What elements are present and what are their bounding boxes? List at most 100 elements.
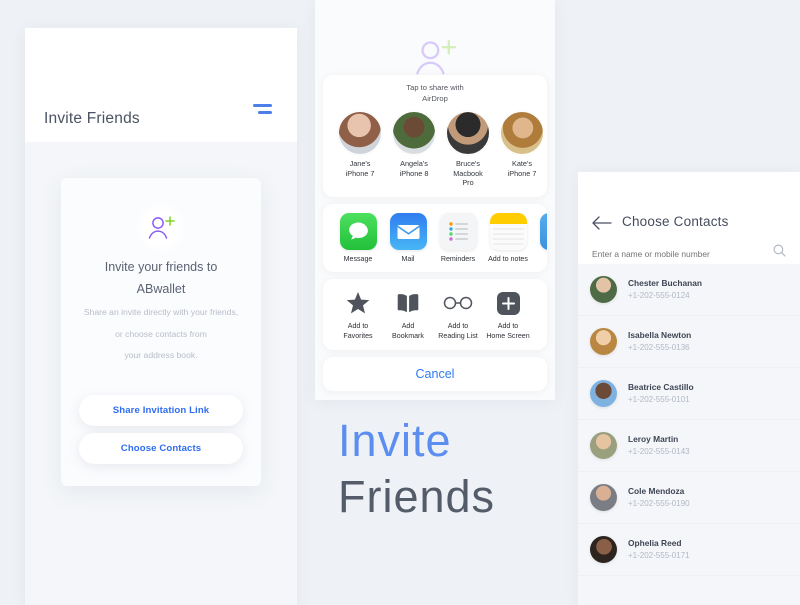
contact-text: Beatrice Castillo +1-202-555-0101: [628, 381, 694, 406]
search-input[interactable]: [592, 249, 762, 259]
app-label: Reminders: [440, 254, 476, 263]
share-apps-section: Message Mail Reminders Add to notes: [323, 203, 547, 273]
star-icon: [333, 290, 383, 316]
contact-phone: +1-202-555-0190: [628, 499, 690, 508]
action-add-to-home-screen[interactable]: Add to Home Screen: [483, 290, 533, 341]
card-heading-line1: Invite your friends to: [104, 260, 218, 274]
action-add-bookmark[interactable]: Add Bookmark: [383, 290, 433, 341]
action-add-to-reading-list[interactable]: Add to Reading List: [433, 290, 483, 341]
airdrop-target[interactable]: Bruce's Macbook Pro: [441, 111, 495, 188]
card-sub-line3: your address book.: [124, 350, 198, 360]
contact-name: Cole Mendoza: [628, 486, 685, 496]
action-label: Add to Reading List: [433, 322, 483, 341]
share-app-notes[interactable]: Add to notes: [483, 212, 533, 264]
list-item[interactable]: Beatrice Castillo +1-202-555-0101: [578, 368, 800, 420]
avatar: [338, 111, 382, 155]
contact-text: Chester Buchanan +1-202-555-0124: [628, 277, 702, 302]
airdrop-target-label: Bruce's Macbook Pro: [441, 159, 495, 188]
app-label: Add to notes: [488, 254, 528, 263]
app-label: Tw: [533, 255, 547, 264]
contact-name: Chester Buchanan: [628, 278, 702, 288]
share-app-mail[interactable]: Mail: [383, 212, 433, 264]
label-line2: Favorites: [343, 331, 373, 340]
hamburger-icon[interactable]: [243, 90, 281, 128]
avatar: [590, 432, 617, 459]
label-line1: Add to: [347, 322, 369, 331]
share-apps-row[interactable]: Message Mail Reminders Add to notes: [323, 212, 547, 264]
middle-phone-screen: Invite your friends to ABwallet Tap to s…: [315, 0, 555, 400]
arrow-left-icon[interactable]: [592, 216, 612, 230]
action-label: Add to Favorites: [333, 322, 383, 341]
airdrop-target-label: Angela's iPhone 8: [387, 159, 441, 178]
airdrop-label-line1: Tap to share with: [406, 83, 464, 92]
contact-name: Leroy Martin: [628, 434, 679, 444]
list-item[interactable]: Cole Mendoza +1-202-555-0190: [578, 472, 800, 524]
share-app-message[interactable]: Message: [333, 212, 383, 264]
search-icon[interactable]: [773, 244, 786, 262]
label-line1: Kate's: [511, 159, 533, 168]
book-icon: [383, 290, 433, 316]
cancel-button[interactable]: Cancel: [323, 357, 547, 391]
airdrop-target-label: Jane's iPhone 7: [333, 159, 387, 178]
airdrop-target[interactable]: Kate's iPhone 7: [495, 111, 547, 188]
avatar: [392, 111, 436, 155]
share-app-reminders[interactable]: Reminders: [433, 212, 483, 264]
app-label: Message: [343, 254, 373, 263]
mail-envelope-icon: [389, 212, 427, 250]
label-line1: Add to: [447, 322, 469, 331]
contact-phone: +1-202-555-0143: [628, 447, 690, 456]
plus-square-icon: [483, 290, 533, 316]
design-presentation-canvas: Invite Friends Invite your friends to AB…: [0, 0, 800, 605]
twitter-bird-icon: [539, 212, 547, 250]
wordmark-line1: Invite: [338, 415, 452, 466]
contact-name: Beatrice Castillo: [628, 382, 694, 392]
airdrop-target-row[interactable]: Jane's iPhone 7 Angela's iPhone 8 Bruce'…: [323, 111, 547, 188]
contact-name: Isabella Newton: [628, 330, 692, 340]
share-app-twitter[interactable]: Tw: [533, 212, 547, 264]
list-item[interactable]: Isabella Newton +1-202-555-0136: [578, 316, 800, 368]
reminders-list-icon: [439, 212, 477, 250]
notes-icon: [489, 212, 527, 250]
contact-text: Ophelia Reed +1-202-555-0171: [628, 537, 690, 562]
page-title: Choose Contacts: [622, 214, 729, 229]
person-add-icon: [135, 202, 187, 254]
share-invitation-link-button[interactable]: Share Invitation Link: [79, 395, 243, 426]
contact-phone: +1-202-555-0171: [628, 551, 690, 560]
choose-contacts-header: Choose Contacts: [578, 172, 800, 264]
list-item[interactable]: Leroy Martin +1-202-555-0143: [578, 420, 800, 472]
label-line2: Home Screen: [486, 331, 530, 340]
choose-contacts-button[interactable]: Choose Contacts: [79, 433, 243, 464]
action-label: Add to Home Screen: [483, 322, 533, 341]
contact-name: Ophelia Reed: [628, 538, 682, 548]
share-actions-row[interactable]: Add to Favorites Add Bookmark Add to Rea…: [323, 290, 547, 341]
card-sub-line2: or choose contacts from: [115, 328, 207, 339]
list-item[interactable]: Chester Buchanan +1-202-555-0124: [578, 264, 800, 316]
avatar: [590, 328, 617, 355]
airdrop-target-label: Kate's iPhone 7: [495, 159, 547, 178]
label-line1: Bruce's: [455, 159, 481, 168]
contacts-list[interactable]: Chester Buchanan +1-202-555-0124 Isabell…: [578, 264, 800, 605]
app-label: Mail: [401, 254, 415, 263]
hamburger-bar-bottom: [257, 111, 272, 114]
list-item[interactable]: Ophelia Reed +1-202-555-0171: [578, 524, 800, 576]
card-heading: Invite your friends to ABwallet: [61, 256, 261, 300]
ios-share-sheet: Tap to share with AirDrop Jane's iPhone …: [323, 75, 547, 391]
airdrop-label: Tap to share with AirDrop: [323, 83, 547, 104]
card-heading-line2: ABwallet: [136, 282, 186, 296]
label-line2: iPhone 7: [507, 168, 537, 178]
search-row: [592, 244, 788, 262]
contact-phone: +1-202-555-0136: [628, 343, 690, 352]
app-header: Invite Friends: [25, 28, 297, 142]
airdrop-target[interactable]: Jane's iPhone 7: [333, 111, 387, 188]
airdrop-section: Tap to share with AirDrop Jane's iPhone …: [323, 75, 547, 197]
label-line1: Angela's: [400, 159, 428, 168]
wordmark: Invite Friends: [338, 413, 568, 525]
avatar: [590, 536, 617, 563]
action-add-to-favorites[interactable]: Add to Favorites: [333, 290, 383, 341]
right-phone-screen: Choose Contacts Chester Buchanan +1-202-…: [578, 172, 800, 605]
label-line2: iPhone 8: [399, 168, 429, 178]
airdrop-target[interactable]: Angela's iPhone 8: [387, 111, 441, 188]
label-line2: iPhone 7: [345, 168, 375, 178]
label-line1: Jane's: [349, 159, 371, 168]
label-line1: Add: [401, 322, 415, 331]
